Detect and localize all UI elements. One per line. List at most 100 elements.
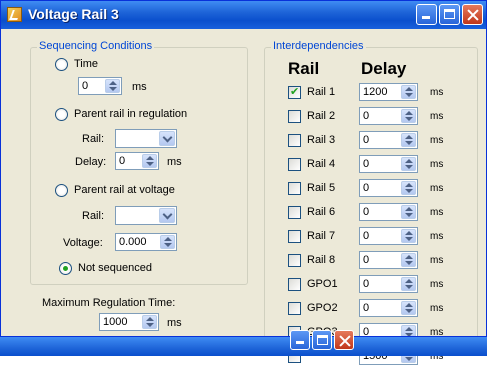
delay-value: 0 bbox=[363, 230, 370, 242]
not-sequenced-radio[interactable] bbox=[59, 262, 72, 275]
close-button[interactable] bbox=[462, 4, 483, 25]
delay-spinbox[interactable]: 0 bbox=[359, 275, 418, 293]
rail-label: Rail 2 bbox=[307, 110, 336, 122]
delay-unit: ms bbox=[430, 111, 444, 122]
voltage-rail-combo[interactable] bbox=[115, 206, 177, 225]
delay-value: 0 bbox=[363, 182, 370, 194]
rail-checkbox[interactable] bbox=[288, 254, 301, 267]
parent-regulation-label: Parent rail in regulation bbox=[74, 108, 188, 120]
maximize-button[interactable] bbox=[439, 4, 460, 25]
spin-arrows-icon[interactable] bbox=[142, 315, 157, 329]
spin-arrows-icon[interactable] bbox=[401, 85, 416, 99]
rail-column-header: Rail bbox=[288, 59, 320, 78]
spin-arrows-icon[interactable] bbox=[401, 157, 416, 171]
delay-value: 0 bbox=[363, 110, 370, 122]
minimize-button[interactable] bbox=[290, 330, 310, 350]
rail-label: Rail 3 bbox=[307, 134, 336, 146]
max-regulation-value: 1000 bbox=[103, 316, 128, 328]
delay-spinbox[interactable]: 1200 bbox=[359, 83, 418, 101]
delay-spinbox[interactable]: 0 bbox=[359, 107, 418, 125]
time-unit: ms bbox=[132, 81, 147, 93]
delay-spinbox[interactable]: 0 bbox=[359, 299, 418, 317]
spin-arrows-icon[interactable] bbox=[401, 277, 416, 291]
rail-checkbox[interactable] bbox=[288, 134, 301, 147]
close-button[interactable] bbox=[334, 330, 354, 350]
delay-unit: ms bbox=[430, 279, 444, 290]
regulation-delay-spinbox[interactable]: 0 bbox=[115, 152, 159, 170]
delay-unit: ms bbox=[430, 303, 444, 314]
minimize-button[interactable] bbox=[416, 4, 437, 25]
secondary-window-titlebar[interactable] bbox=[0, 330, 487, 356]
delay-value: 0 bbox=[363, 302, 370, 314]
title-bar[interactable]: Voltage Rail 3 bbox=[1, 1, 486, 29]
rail-checkbox[interactable] bbox=[288, 230, 301, 243]
time-spinbox[interactable]: 0 bbox=[78, 77, 122, 95]
delay-value: 1200 bbox=[363, 86, 388, 98]
spin-arrows-icon[interactable] bbox=[142, 154, 157, 168]
delay-value: 0 bbox=[363, 134, 370, 146]
parent-voltage-radio[interactable] bbox=[55, 184, 68, 197]
rail-checkbox[interactable] bbox=[288, 278, 301, 291]
delay-unit: ms bbox=[430, 255, 444, 266]
regulation-delay-label: Delay: bbox=[75, 156, 107, 168]
rail-checkbox[interactable] bbox=[288, 182, 301, 195]
max-regulation-label: Maximum Regulation Time: bbox=[42, 297, 176, 309]
chevron-down-icon[interactable] bbox=[159, 131, 175, 146]
delay-spinbox[interactable]: 0 bbox=[359, 179, 418, 197]
time-radio[interactable] bbox=[55, 58, 68, 71]
close-icon bbox=[335, 331, 353, 349]
minimize-icon bbox=[291, 331, 309, 349]
spin-arrows-icon[interactable] bbox=[401, 181, 416, 195]
rail-checkbox[interactable] bbox=[288, 302, 301, 315]
delay-spinbox[interactable]: 0 bbox=[359, 227, 418, 245]
rail-label: Rail 7 bbox=[307, 230, 336, 242]
sequencing-conditions-legend: Sequencing Conditions bbox=[37, 40, 155, 52]
rail-label: Rail 6 bbox=[307, 206, 336, 218]
spin-arrows-icon[interactable] bbox=[105, 79, 120, 93]
delay-spinbox[interactable]: 0 bbox=[359, 203, 418, 221]
rail-checkbox[interactable] bbox=[288, 206, 301, 219]
delay-spinbox[interactable]: 0 bbox=[359, 251, 418, 269]
voltage-rail-window: Voltage Rail 3 Sequencing Conditions Tim… bbox=[0, 0, 487, 365]
not-sequenced-label: Not sequenced bbox=[78, 262, 152, 274]
spin-arrows-icon[interactable] bbox=[401, 205, 416, 219]
delay-unit: ms bbox=[430, 231, 444, 242]
regulation-rail-combo[interactable] bbox=[115, 129, 177, 148]
max-regulation-spinbox[interactable]: 1000 bbox=[99, 313, 159, 331]
interdependencies-legend: Interdependencies bbox=[271, 40, 366, 52]
rail-label: Rail 1 bbox=[307, 86, 336, 98]
delay-column-header: Delay bbox=[361, 59, 407, 78]
time-value: 0 bbox=[82, 80, 89, 92]
chevron-down-icon[interactable] bbox=[159, 208, 175, 223]
spin-arrows-icon[interactable] bbox=[160, 235, 175, 249]
spin-arrows-icon[interactable] bbox=[401, 109, 416, 123]
time-label: Time bbox=[74, 58, 99, 70]
rail-label: Rail 8 bbox=[307, 254, 336, 266]
delay-spinbox[interactable]: 0 bbox=[359, 131, 418, 149]
parent-regulation-radio[interactable] bbox=[55, 108, 68, 121]
minimize-icon bbox=[417, 5, 436, 24]
rail-checkbox[interactable] bbox=[288, 110, 301, 123]
regulation-delay-unit: ms bbox=[167, 156, 182, 168]
regulation-rail-label: Rail: bbox=[82, 133, 105, 145]
window-title: Voltage Rail 3 bbox=[28, 6, 119, 22]
rail-checkbox[interactable] bbox=[288, 158, 301, 171]
maximize-icon bbox=[440, 5, 459, 24]
rail-checkbox[interactable] bbox=[288, 85, 301, 99]
maximize-button[interactable] bbox=[312, 330, 332, 350]
maximize-icon bbox=[313, 331, 331, 349]
spin-arrows-icon[interactable] bbox=[401, 253, 416, 267]
close-icon bbox=[463, 5, 482, 24]
app-icon bbox=[7, 7, 22, 22]
rail-label: Rail 4 bbox=[307, 158, 336, 170]
spin-arrows-icon[interactable] bbox=[401, 133, 416, 147]
spin-arrows-icon[interactable] bbox=[401, 229, 416, 243]
rail-label: Rail 5 bbox=[307, 182, 336, 194]
parent-voltage-label: Parent rail at voltage bbox=[74, 184, 175, 196]
delay-unit: ms bbox=[430, 207, 444, 218]
spin-arrows-icon[interactable] bbox=[401, 301, 416, 315]
regulation-delay-value: 0 bbox=[119, 155, 126, 167]
voltage-spinbox[interactable]: 0.000 bbox=[115, 233, 177, 251]
delay-value: 0 bbox=[363, 278, 370, 290]
delay-spinbox[interactable]: 0 bbox=[359, 155, 418, 173]
